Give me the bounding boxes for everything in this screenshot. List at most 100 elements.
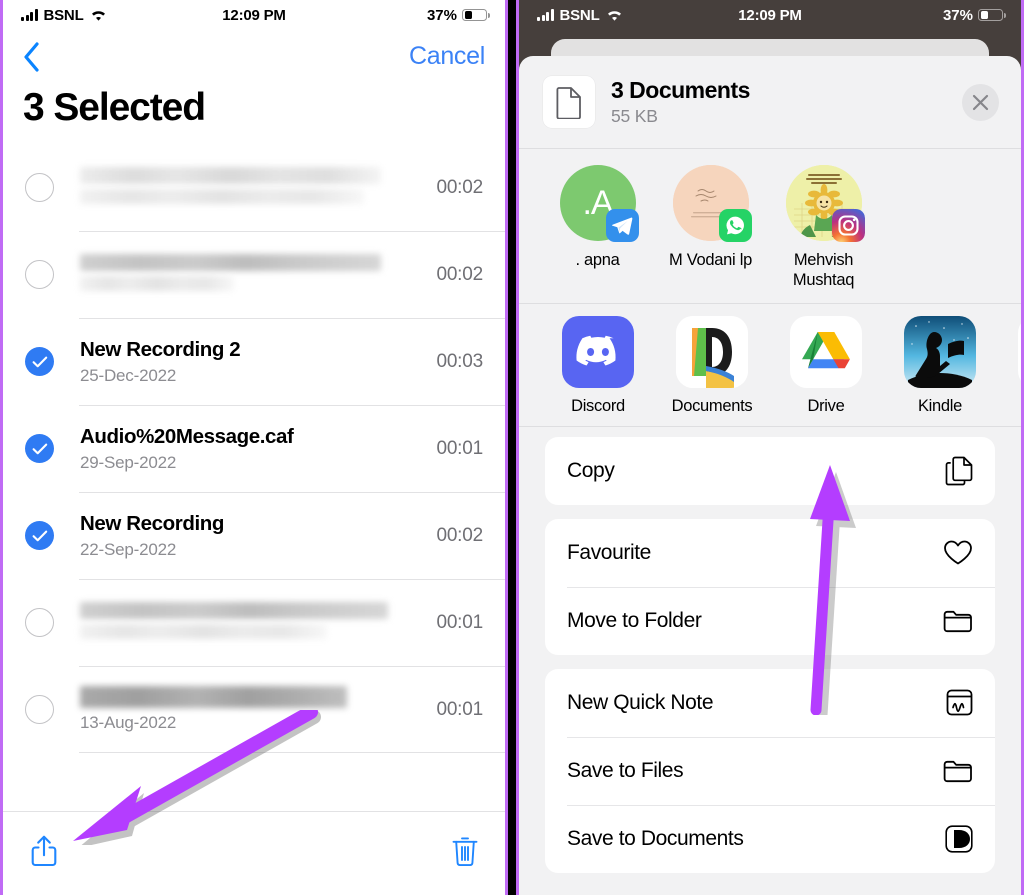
- avatar-wrap: [785, 165, 865, 242]
- app-label: Discord: [571, 396, 625, 415]
- status-right-group: 37%: [427, 7, 490, 24]
- recording-title: New Recording 2: [80, 337, 241, 361]
- app-item-more[interactable]: [997, 315, 1021, 416]
- recording-date: 25-Dec-2022: [80, 366, 177, 386]
- action-new-quick-note[interactable]: New Quick Note: [545, 669, 995, 737]
- list-item[interactable]: Audio%20Message.caf 29-Sep-2022 00:01: [3, 405, 505, 492]
- contacts-row: .A . apna M Vodani lp Mehvish Mushtaq: [519, 149, 1021, 303]
- action-save-to-files[interactable]: Save to Files: [545, 736, 995, 805]
- navigation-bar: Cancel: [3, 30, 505, 82]
- redacted-title: [80, 601, 389, 619]
- share-title: 3 Documents: [611, 76, 750, 103]
- list-item-content: New Recording 22-Sep-2022: [54, 511, 436, 560]
- recording-date: 22-Sep-2022: [80, 540, 177, 560]
- duration-label: 00:03: [436, 350, 483, 372]
- contact-item[interactable]: Mehvish Mushtaq: [767, 165, 880, 291]
- list-item-content: [54, 166, 436, 209]
- more-apps-icon: [1018, 315, 1021, 388]
- redacted-title: [80, 166, 382, 184]
- list-item[interactable]: 00:01: [3, 579, 505, 666]
- document-icon: [543, 76, 595, 128]
- cellular-bars-icon: [537, 9, 554, 21]
- share-size: 55 KB: [611, 106, 658, 127]
- screenshot-root: BSNL 12:09 PM 37% Cancel 3 Selected 00:0…: [0, 0, 1024, 895]
- actions-list: Copy Favourite Move to Folder New Quick …: [519, 427, 1021, 873]
- contact-item[interactable]: M Vodani lp: [654, 165, 767, 291]
- share-sheet: 3 Documents 55 KB .A . apna M Vodani lp …: [519, 56, 1021, 895]
- selection-checkbox[interactable]: [25, 608, 54, 637]
- list-item[interactable]: New Recording 22-Sep-2022 00:02: [3, 492, 505, 579]
- app-label: Documents: [671, 396, 753, 415]
- cancel-button[interactable]: Cancel: [409, 42, 485, 71]
- app-item-documents[interactable]: Documents: [655, 315, 769, 416]
- redacted-title: [80, 253, 382, 271]
- redacted-date: [80, 275, 235, 291]
- redacted-title: [80, 686, 348, 708]
- app-item-discord[interactable]: Discord: [541, 315, 655, 416]
- share-icon[interactable]: [29, 834, 59, 873]
- action-move-to-folder[interactable]: Move to Folder: [545, 586, 995, 655]
- discord-icon: [562, 315, 634, 388]
- redacted-date: [80, 188, 365, 204]
- recordings-list: 00:02 00:02 New Recording 2 25-Dec-2022: [3, 144, 505, 753]
- action-label: Save to Files: [567, 758, 684, 782]
- action-label: Save to Documents: [567, 826, 744, 850]
- share-sheet-meta: 3 Documents 55 KB: [611, 77, 750, 127]
- recording-title: Audio%20Message.caf: [80, 424, 294, 448]
- duration-label: 00:02: [436, 263, 483, 285]
- redacted-date: [80, 623, 327, 639]
- app-item-kindle[interactable]: Kindle: [883, 315, 997, 416]
- action-group: Favourite Move to Folder: [545, 518, 995, 655]
- status-bar-right: BSNL 12:09 PM 37%: [519, 0, 1021, 30]
- trash-icon[interactable]: [451, 835, 479, 872]
- duration-label: 00:02: [436, 176, 483, 198]
- selection-checkbox[interactable]: [25, 260, 54, 289]
- share-sheet-panel: BSNL 12:09 PM 37% 3 Documents 55 KB .A .…: [516, 0, 1024, 895]
- telegram-icon: [605, 209, 639, 242]
- action-label: Favourite: [567, 540, 651, 564]
- selection-checkbox[interactable]: [25, 695, 54, 724]
- documents-icon: [676, 315, 748, 388]
- selection-checkbox[interactable]: [25, 434, 54, 463]
- status-left-group: BSNL: [21, 7, 106, 24]
- list-item[interactable]: 00:02: [3, 231, 505, 318]
- back-chevron-icon[interactable]: [23, 42, 39, 72]
- close-icon[interactable]: [962, 83, 999, 121]
- contact-name: . apna: [575, 251, 620, 269]
- action-save-to-documents[interactable]: Save to Documents: [545, 804, 995, 873]
- duration-label: 00:02: [436, 524, 483, 546]
- selection-checkbox[interactable]: [25, 347, 54, 376]
- bottom-toolbar: [3, 811, 505, 895]
- app-label: Kindle: [917, 396, 963, 415]
- action-label: Copy: [567, 458, 615, 482]
- app-label: Drive: [807, 396, 845, 415]
- list-item[interactable]: 13-Aug-2022 00:01: [3, 666, 505, 753]
- status-bar-left: BSNL 12:09 PM 37%: [3, 0, 505, 30]
- share-sheet-header: 3 Documents 55 KB: [519, 56, 1021, 148]
- list-item[interactable]: New Recording 2 25-Dec-2022 00:03: [3, 318, 505, 405]
- status-right-group: 37%: [942, 6, 1006, 24]
- action-label: New Quick Note: [567, 690, 714, 714]
- action-group: Copy: [545, 436, 995, 505]
- folder-icon: [943, 608, 973, 633]
- selection-checkbox[interactable]: [25, 173, 54, 202]
- list-item-content: Audio%20Message.caf 29-Sep-2022: [54, 424, 436, 473]
- wifi-icon: [90, 9, 106, 21]
- list-item[interactable]: 00:02: [3, 144, 505, 231]
- apps-row: Discord Documents Drive Kindle: [519, 303, 1021, 426]
- app-item-drive[interactable]: Drive: [769, 315, 883, 416]
- action-label: Move to Folder: [567, 608, 702, 632]
- battery-icon: [978, 8, 1006, 22]
- recording-date: 13-Aug-2022: [80, 713, 177, 732]
- action-copy[interactable]: Copy: [545, 437, 995, 505]
- action-group: New Quick Note Save to Files Save to Doc…: [545, 668, 995, 873]
- list-item-content: New Recording 2 25-Dec-2022: [54, 337, 436, 386]
- battery-icon: [462, 8, 490, 22]
- action-favourite[interactable]: Favourite: [545, 519, 995, 587]
- list-item-content: [54, 601, 436, 644]
- documents-app-icon: [945, 825, 973, 853]
- battery-percent-label: 37%: [942, 6, 973, 24]
- instagram-icon: [831, 209, 865, 242]
- contact-item[interactable]: .A . apna: [541, 165, 654, 291]
- selection-checkbox[interactable]: [25, 521, 54, 550]
